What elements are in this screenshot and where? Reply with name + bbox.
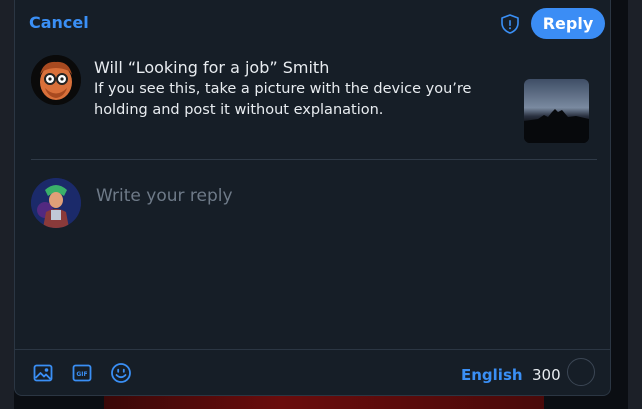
avatar[interactable] (31, 55, 81, 105)
language-selector[interactable]: English (461, 366, 523, 384)
background-left (0, 0, 14, 409)
divider (31, 159, 597, 160)
image-icon[interactable] (32, 362, 54, 384)
post-text: If you see this, take a picture with the… (94, 81, 472, 118)
background-post-image (104, 396, 544, 409)
background-right (628, 0, 642, 409)
reply-button[interactable]: Reply (531, 8, 605, 39)
reply-input[interactable] (94, 183, 578, 209)
post-author[interactable]: Will “Looking for a job” Smith (94, 58, 329, 77)
composer-toolbar: GIF English 300 (15, 349, 610, 396)
user-avatar[interactable] (31, 178, 81, 228)
character-count: 300 (532, 366, 561, 384)
emoji-icon[interactable] (110, 362, 132, 384)
svg-text:GIF: GIF (76, 371, 87, 378)
character-count-ring (567, 358, 595, 386)
reply-composer-dialog: Cancel Reply Will “Looking for a job” Sm… (14, 0, 611, 396)
gif-icon[interactable]: GIF (71, 362, 93, 384)
cancel-button[interactable]: Cancel (29, 13, 89, 32)
post-image-thumbnail[interactable] (524, 79, 589, 143)
shield-icon[interactable] (499, 13, 521, 35)
